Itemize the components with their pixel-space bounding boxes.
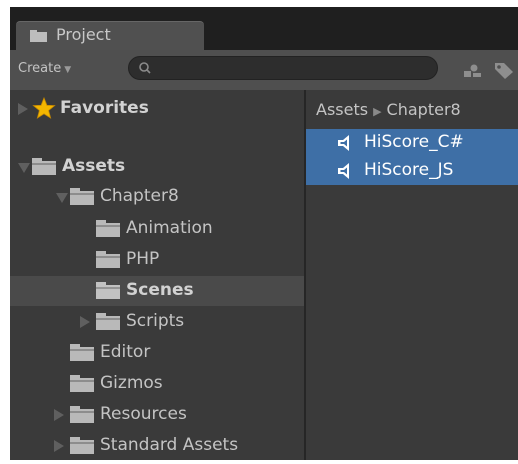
folder-icon <box>96 251 120 268</box>
tree-item-label: Assets <box>62 156 126 176</box>
tree-item-label: PHP <box>126 249 160 269</box>
project-window: Project Create ▼ Favorites Assets Chapte… <box>10 7 518 460</box>
asset-item-hiscore-cs[interactable]: HiScore_C# <box>306 129 518 157</box>
create-button[interactable]: Create ▼ <box>18 56 71 82</box>
tree-item-label: Gizmos <box>100 373 163 393</box>
tab-bar: Project <box>10 7 518 50</box>
tab-project-label: Project <box>56 25 111 44</box>
tree-item-label: Chapter8 <box>100 186 179 206</box>
expand-arrow-icon[interactable] <box>18 103 28 115</box>
folder-icon <box>70 406 94 423</box>
tree-item-label: Animation <box>126 218 213 238</box>
breadcrumb: Assets ▶ Chapter8 <box>316 100 461 119</box>
tree-item-label: Resources <box>100 404 187 424</box>
tree-item-label: Scenes <box>126 280 194 300</box>
collapse-arrow-icon[interactable] <box>56 193 68 203</box>
tree-item-label: Favorites <box>60 98 149 118</box>
tree-item-chapter8[interactable]: Chapter8 <box>10 182 304 212</box>
folder-tab-icon <box>30 30 47 42</box>
tree-item-scripts[interactable]: Scripts <box>10 307 304 337</box>
breadcrumb-separator-icon: ▶ <box>373 105 382 118</box>
tree-item-animation[interactable]: Animation <box>10 214 304 244</box>
tree-item-label: Standard Assets <box>100 435 239 455</box>
tree-item-editor[interactable]: Editor <box>10 338 304 368</box>
asset-item-label: HiScore_C# <box>364 132 464 152</box>
folder-icon <box>70 375 94 392</box>
folder-icon <box>96 313 120 330</box>
asset-item-label: HiScore_JS <box>364 160 454 180</box>
expand-arrow-icon[interactable] <box>80 316 90 328</box>
tree-item-label: Editor <box>100 342 151 362</box>
tree-item-php[interactable]: PHP <box>10 245 304 275</box>
create-button-label: Create <box>18 61 62 76</box>
breadcrumb-item[interactable]: Assets <box>316 100 368 119</box>
search-icon <box>139 62 151 74</box>
tree-item-label: Scripts <box>126 311 185 331</box>
expand-arrow-icon[interactable] <box>54 409 64 421</box>
folder-icon <box>96 220 120 237</box>
filter-by-label-icon[interactable] <box>494 62 514 80</box>
tree-item-resources[interactable]: Resources <box>10 400 304 430</box>
chevron-down-icon: ▼ <box>64 65 72 75</box>
tab-project[interactable]: Project <box>16 21 204 50</box>
folder-icon <box>70 437 94 454</box>
folder-tree: Favorites Assets Chapter8 Animation PHP … <box>10 90 304 460</box>
expand-arrow-icon[interactable] <box>54 440 64 452</box>
asset-list-panel: Assets ▶ Chapter8 HiScore_C# HiScore_JS <box>306 90 518 460</box>
toolbar: Create ▼ <box>10 50 518 90</box>
folder-icon <box>32 158 56 175</box>
collapse-arrow-icon[interactable] <box>18 163 30 173</box>
folder-icon <box>70 188 94 205</box>
tree-item-favorites[interactable]: Favorites <box>10 94 304 124</box>
folder-icon <box>96 282 120 299</box>
search-input[interactable] <box>128 56 438 80</box>
audio-clip-icon <box>338 135 349 151</box>
tree-item-assets[interactable]: Assets <box>10 152 304 182</box>
tree-item-standard-assets[interactable]: Standard Assets <box>10 431 304 460</box>
star-icon <box>32 97 56 119</box>
audio-clip-icon <box>338 163 349 179</box>
breadcrumb-item[interactable]: Chapter8 <box>387 100 461 119</box>
tree-item-gizmos[interactable]: Gizmos <box>10 369 304 399</box>
filter-by-type-icon[interactable] <box>462 64 482 78</box>
asset-item-hiscore-js[interactable]: HiScore_JS <box>306 157 518 185</box>
folder-icon <box>70 344 94 361</box>
tree-item-scenes[interactable]: Scenes <box>10 276 304 306</box>
